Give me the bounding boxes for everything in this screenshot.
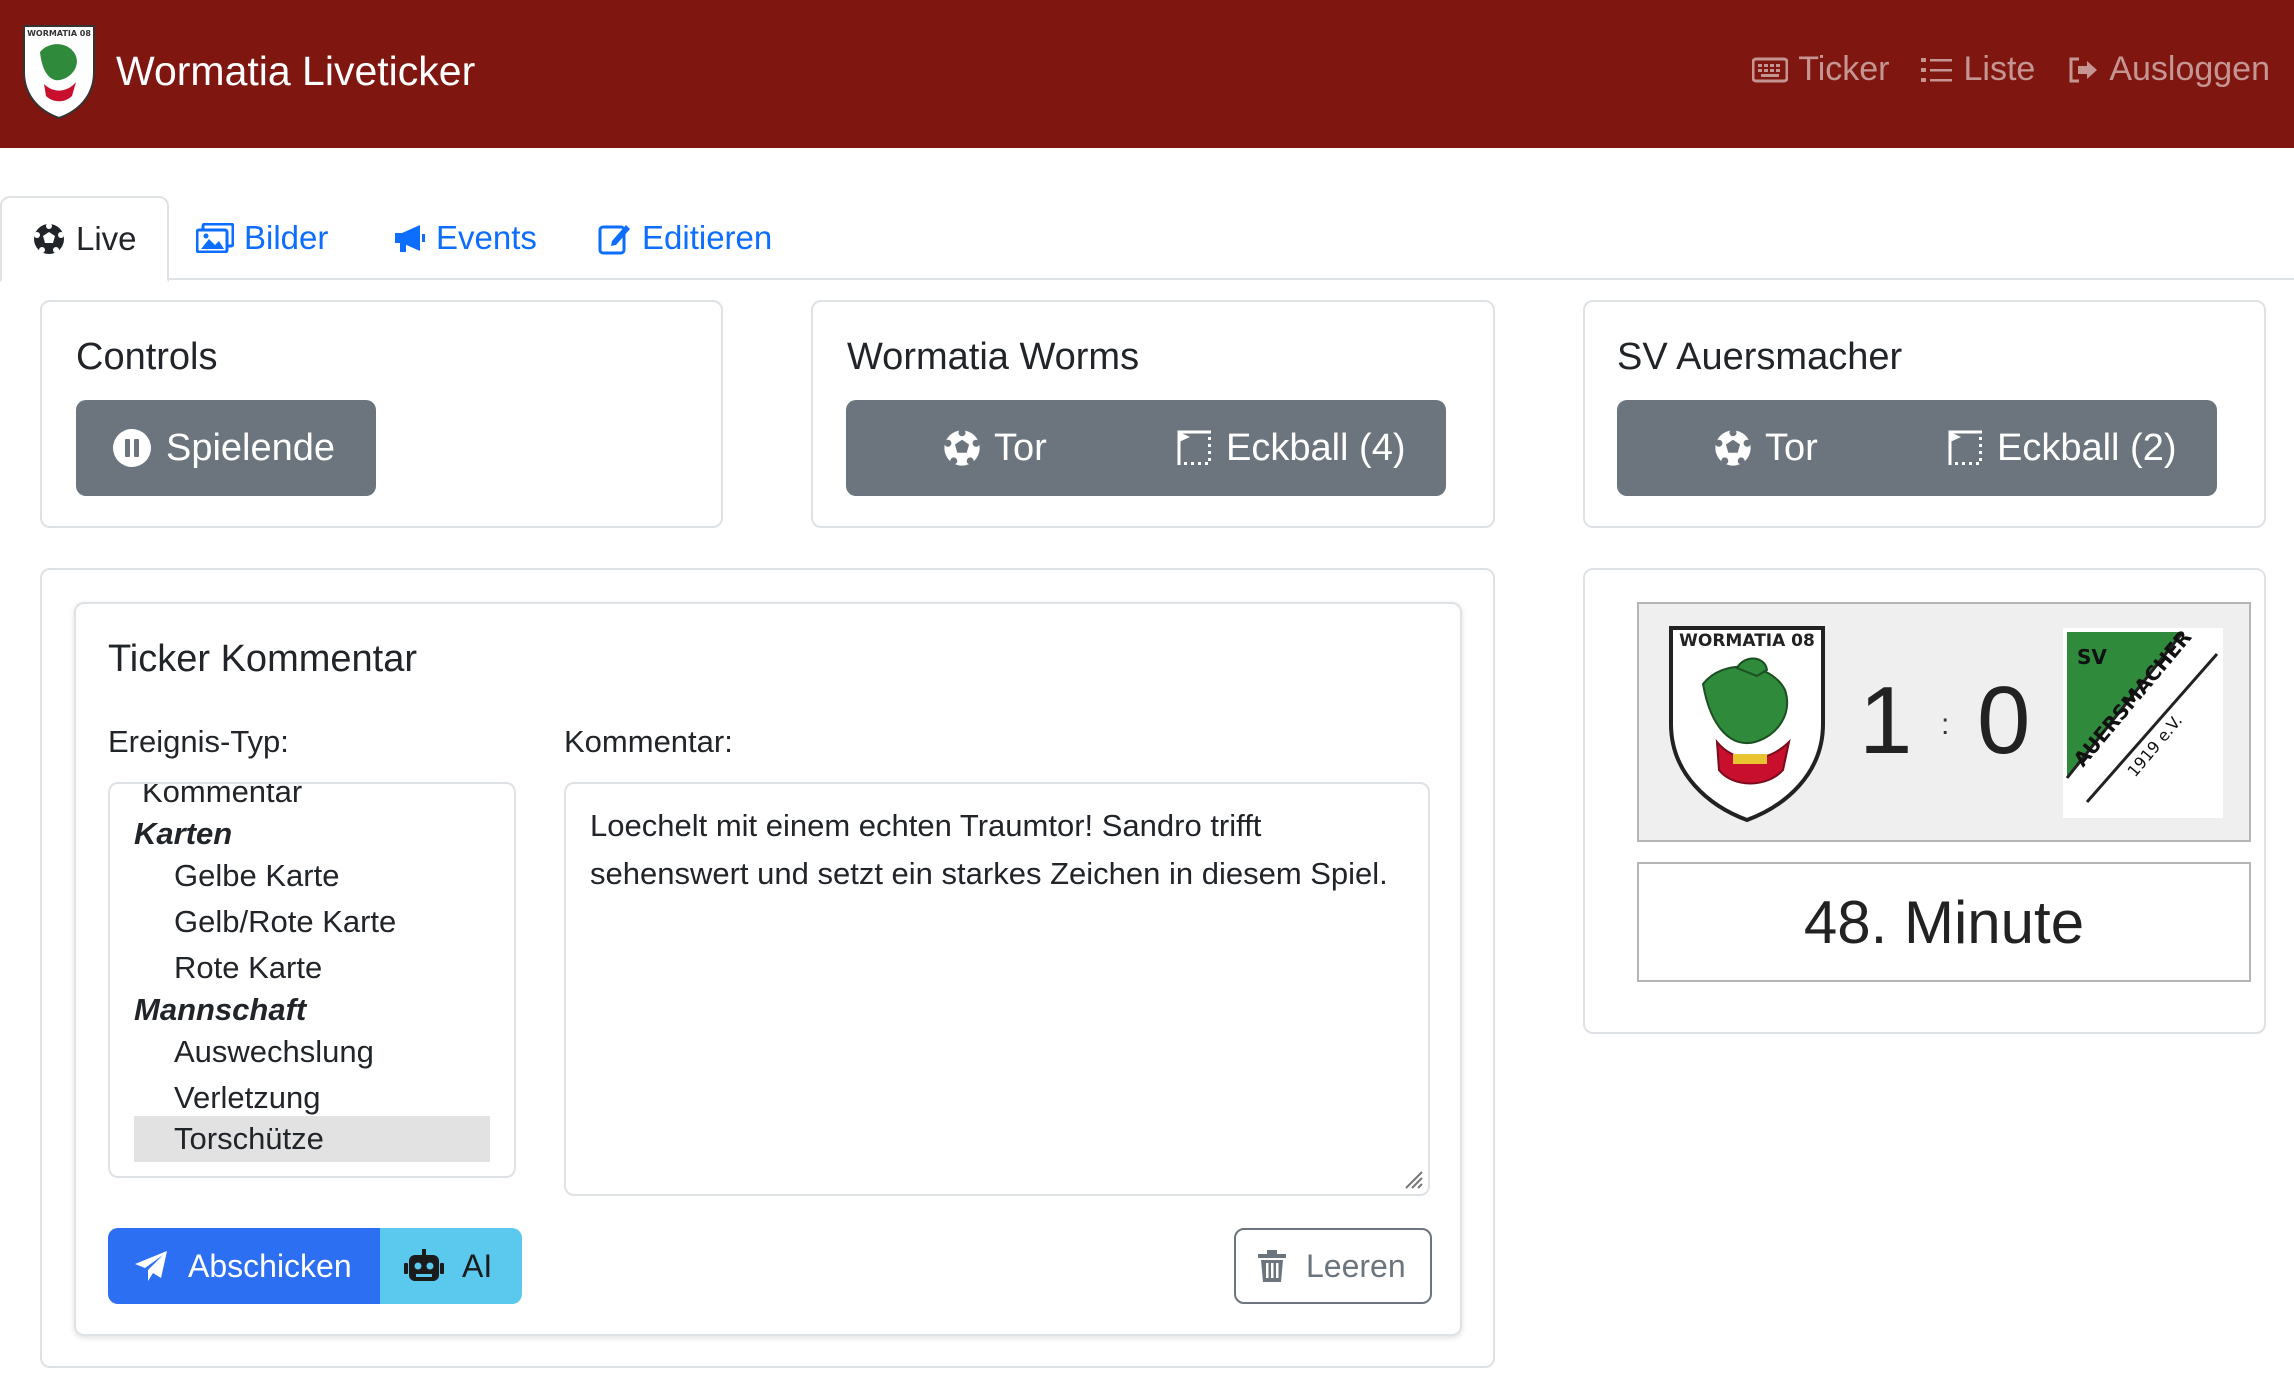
clear-button[interactable]: Leeren (1234, 1228, 1432, 1304)
wormatia-logo-icon: WORMATIA 08 (23, 25, 95, 120)
tab-events[interactable]: Events (392, 196, 537, 280)
controls-card: Controls Spielende (40, 300, 723, 528)
corner-label: Eckball (2) (1997, 426, 2177, 469)
away-team-name: SV Auersmacher (1617, 336, 1903, 378)
soccer-ball-icon (34, 223, 64, 254)
score-separator: : (1941, 708, 1950, 741)
event-option-selected[interactable]: Torschütze (134, 1116, 490, 1162)
event-type-select[interactable]: Kommentar Karten Gelbe Karte Gelb/Rote K… (108, 782, 516, 1178)
wormatia-logo-icon: WORMATIA 08 (1669, 626, 1825, 823)
goal-label: Tor (1765, 426, 1818, 469)
nav-link-ticker[interactable]: Ticker (1752, 50, 1889, 89)
soccer-ball-icon (1715, 429, 1751, 466)
event-option[interactable]: Gelb/Rote Karte (174, 904, 396, 940)
event-optgroup: Mannschaft (134, 992, 307, 1027)
logo-text: SV (2077, 645, 2107, 669)
ticker-card: Ticker Kommentar Ereignis-Typ: Kommentar… (74, 602, 1462, 1336)
ticker-title: Ticker Kommentar (108, 638, 417, 680)
corner-icon (1177, 430, 1211, 465)
logo-text: WORMATIA 08 (1679, 631, 1815, 651)
edit-icon (598, 225, 630, 255)
tab-label: Events (436, 219, 537, 256)
resize-handle-icon[interactable] (1400, 1166, 1424, 1190)
goal-label: Tor (994, 426, 1047, 469)
comment-label: Kommentar: (564, 724, 733, 759)
paper-plane-icon (135, 1251, 167, 1281)
home-goal-button[interactable]: Tor (942, 400, 1047, 496)
controls-title: Controls (76, 336, 218, 378)
keyboard-icon (1752, 57, 1789, 82)
event-option[interactable]: Rote Karte (174, 950, 322, 986)
match-minute: 48. Minute (1637, 862, 2251, 982)
tab-label: Live (76, 220, 137, 257)
tab-bilder[interactable]: Bilder (196, 196, 328, 280)
nav-link-ausloggen[interactable]: Ausloggen (2067, 50, 2270, 89)
away-goal-button[interactable]: Tor (1713, 400, 1818, 496)
comment-textarea[interactable]: Loechelt mit einem echten Traumtor! Sand… (564, 782, 1430, 1196)
away-corner-button[interactable]: Eckball (2) (1947, 400, 2177, 496)
away-score: 0 (1977, 667, 2031, 774)
comment-text: Loechelt mit einem echten Traumtor! Sand… (590, 808, 1388, 891)
home-team-card: Wormatia Worms Tor Eckball (4) (811, 300, 1495, 528)
tab-live[interactable]: Live (0, 196, 169, 282)
event-option[interactable]: Auswechslung (174, 1034, 374, 1070)
ai-button[interactable]: AI (380, 1228, 522, 1304)
clear-label: Leeren (1306, 1247, 1406, 1284)
auersmacher-logo-icon: SV AUERSMACHER 1919 e.V. (2063, 628, 2223, 818)
corner-icon (1948, 430, 1982, 465)
submit-button[interactable]: Abschicken (108, 1228, 380, 1304)
nav-link-label: Ticker (1798, 50, 1890, 88)
nav-link-label: Ausloggen (2109, 50, 2270, 88)
event-optgroup: Karten (134, 816, 233, 851)
tab-label: Bilder (244, 219, 329, 256)
nav-links: Ticker Liste Ausloggen (1720, 50, 2270, 89)
spielende-button[interactable]: Spielende (76, 400, 376, 496)
logo-text: WORMATIA 08 (27, 29, 91, 38)
nav-link-label: Liste (1963, 50, 2036, 88)
ticker-outer-card: Ticker Kommentar Ereignis-Typ: Kommentar… (40, 568, 1495, 1368)
away-button-group: Tor Eckball (2) (1617, 400, 2217, 496)
home-corner-button[interactable]: Eckball (4) (1176, 400, 1406, 496)
home-button-group: Tor Eckball (4) (846, 400, 1446, 496)
ai-label: AI (462, 1247, 493, 1284)
pause-circle-icon (113, 429, 151, 467)
navbar: WORMATIA 08 Wormatia Liveticker Ticker L… (0, 0, 2294, 148)
away-team-card: SV Auersmacher Tor Eckball (2) (1583, 300, 2266, 528)
logout-icon (2069, 57, 2098, 82)
megaphone-icon (395, 225, 425, 252)
event-option[interactable]: Gelbe Karte (174, 858, 339, 894)
home-score: 1 (1859, 667, 1913, 774)
app-title: Wormatia Liveticker (116, 47, 476, 94)
scoreboard-card: WORMATIA 08 1 : 0 SV AUERSMACHER 1919 e.… (1583, 568, 2266, 1034)
tab-bar: Live Bilder Events Editieren (0, 196, 2294, 282)
brand[interactable]: WORMATIA 08 Wormatia Liveticker (20, 22, 475, 120)
images-icon (196, 223, 234, 253)
list-icon (1921, 57, 1953, 82)
event-option[interactable]: Verletzung (174, 1080, 321, 1116)
nav-link-liste[interactable]: Liste (1921, 50, 2035, 89)
event-type-label: Ereignis-Typ: (108, 724, 289, 759)
home-team-name: Wormatia Worms (847, 336, 1140, 378)
tab-editieren[interactable]: Editieren (598, 196, 772, 280)
event-option[interactable]: Kommentar (142, 784, 302, 810)
score-display: WORMATIA 08 1 : 0 SV AUERSMACHER 1919 e.… (1637, 602, 2251, 842)
trash-icon (1258, 1250, 1286, 1282)
spielende-label: Spielende (166, 426, 336, 469)
submit-label: Abschicken (188, 1247, 352, 1284)
tab-label: Editieren (642, 219, 773, 256)
corner-label: Eckball (4) (1226, 426, 1406, 469)
soccer-ball-icon (944, 429, 980, 466)
robot-icon (404, 1249, 444, 1281)
